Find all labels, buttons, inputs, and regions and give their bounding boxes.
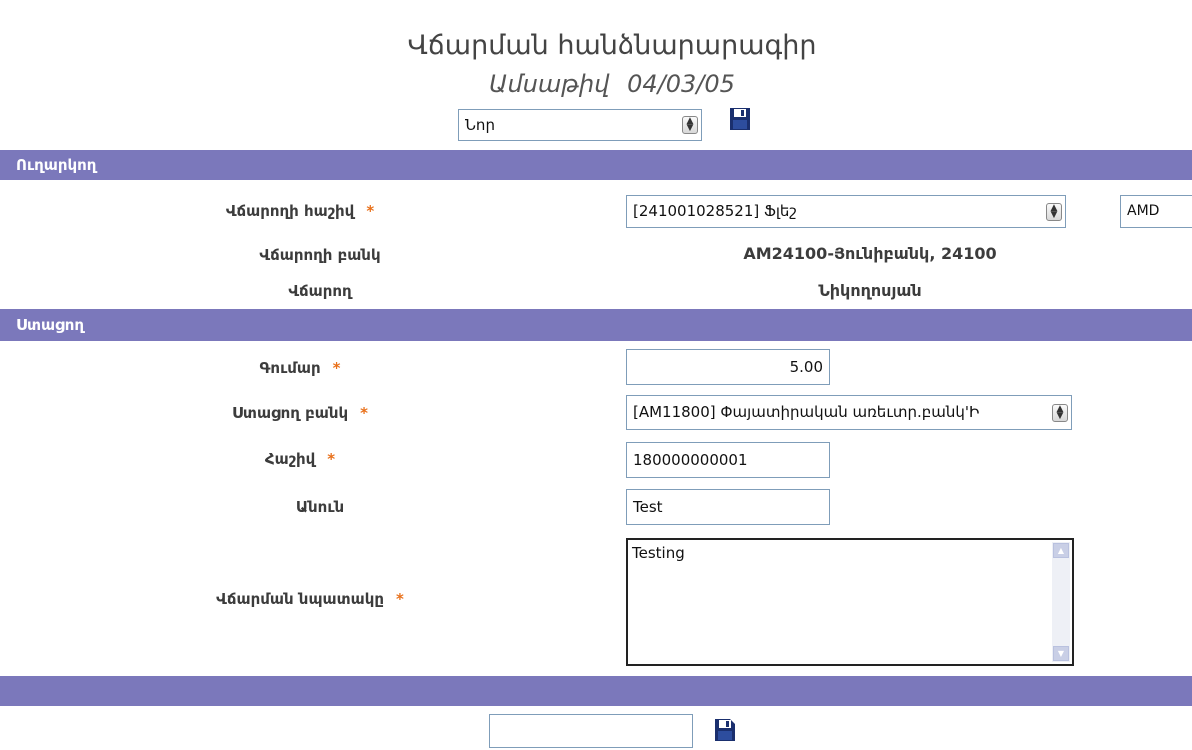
required-marker: * <box>395 590 404 608</box>
payer-bank-value: AM24100-Յունիբանկ, 24100 <box>743 244 997 263</box>
payer-account-value: [241001028521] Ֆլեշ <box>633 202 797 220</box>
currency-field[interactable]: AMD <box>1120 195 1192 228</box>
floppy-disk-icon[interactable] <box>730 108 750 130</box>
payer-account-select[interactable]: [241001028521] Ֆլեշ ▲ ▼ <box>626 195 1066 228</box>
purpose-textarea[interactable]: Testing ▲ ▼ <box>626 538 1074 666</box>
receiver-section-header: Ստացող <box>0 309 1192 341</box>
footer-bar <box>0 676 1192 706</box>
date-label: Ամսաթիվ <box>489 70 610 98</box>
floppy-disk-arrow-icon[interactable] <box>715 719 735 741</box>
purpose-label: Վճարման նպատակը * <box>216 590 404 608</box>
footer-input[interactable] <box>489 714 693 748</box>
amount-field[interactable]: 5.00 <box>626 349 830 385</box>
purpose-value: Testing <box>632 544 685 562</box>
textarea-scrollbar[interactable]: ▲ ▼ <box>1052 542 1070 662</box>
receiver-bank-value: [AM11800] Փայատիրական առեւտր.բանկ'Ի <box>633 403 980 421</box>
scroll-down-icon[interactable]: ▼ <box>1053 646 1069 661</box>
chevron-updown-icon: ▲ ▼ <box>1046 202 1062 221</box>
sender-section-header: Ուղարկող <box>0 150 1192 180</box>
date-line: Ամսաթիվ 04/03/05 <box>0 70 1192 98</box>
required-marker: * <box>366 202 375 220</box>
account-field[interactable]: 180000000001 <box>626 442 830 478</box>
date-value: 04/03/05 <box>627 70 735 98</box>
chevron-updown-icon: ▲ ▼ <box>1052 403 1068 422</box>
account-label: Հաշիվ * <box>264 450 336 468</box>
payer-value: Նիկողոսյան <box>818 281 922 300</box>
template-select-value: Նոր <box>465 116 495 134</box>
template-select[interactable]: Նոր ▲ ▼ <box>458 109 702 141</box>
scroll-up-icon[interactable]: ▲ <box>1053 543 1069 558</box>
required-marker: * <box>327 450 336 468</box>
name-field[interactable]: Test <box>626 489 830 525</box>
receiver-bank-label: Ստացող բանկ * <box>231 404 369 422</box>
receiver-bank-select[interactable]: [AM11800] Փայատիրական առեւտր.բանկ'Ի ▲ ▼ <box>626 395 1072 430</box>
page-title: Վճարման հանձնարարագիր <box>407 30 817 61</box>
payer-label: Վճարող <box>288 282 352 300</box>
payer-bank-label: Վճարողի բանկ <box>259 246 381 264</box>
name-label: Անուն <box>295 498 345 516</box>
required-marker: * <box>360 404 369 422</box>
required-marker: * <box>332 359 341 377</box>
chevron-updown-icon: ▲ ▼ <box>682 116 698 134</box>
payer-account-label: Վճարողի հաշիվ * <box>225 202 375 220</box>
amount-label: Գումար * <box>259 359 341 377</box>
